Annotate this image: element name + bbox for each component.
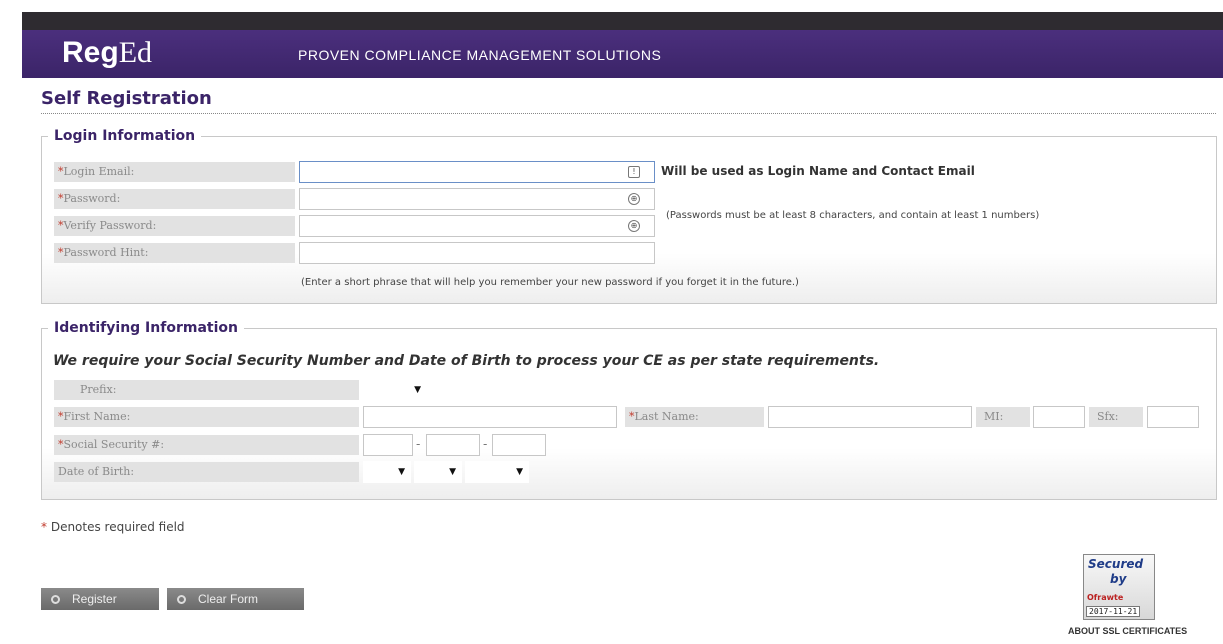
password-hint-note: (Enter a short phrase that will help you… (301, 277, 799, 288)
first-name-label: *First Name: (54, 407, 359, 427)
identity-intro: We require your Social Security Number a… (53, 353, 880, 369)
date-of-birth-label: Date of Birth: (54, 462, 359, 482)
seal-by-text: by (1110, 572, 1127, 586)
password-label: *Password: (54, 189, 295, 209)
login-information-section: Login Information *Login Email: ! Will b… (41, 128, 1217, 304)
logo-ed: Ed (118, 36, 153, 69)
register-button[interactable]: Register (41, 588, 159, 610)
login-email-label: *Login Email: (54, 162, 295, 182)
about-ssl-certificates-link[interactable]: ABOUT SSL CERTIFICATES (1068, 626, 1187, 636)
reged-logo[interactable]: RegEd (62, 36, 152, 70)
identifying-information-legend: Identifying Information (48, 320, 244, 336)
chevron-down-icon: ▼ (449, 467, 456, 477)
seal-date: 2017-11-21 (1086, 606, 1141, 617)
last-name-input[interactable] (768, 406, 972, 428)
login-email-input[interactable]: ! (299, 161, 655, 183)
logo-reg: Reg (62, 36, 119, 69)
sfx-input[interactable] (1147, 406, 1199, 428)
dob-day-select[interactable]: ▼ (414, 461, 462, 483)
header-tagline: PROVEN COMPLIANCE MANAGEMENT SOLUTIONS (298, 47, 662, 63)
ssn-part1-input[interactable] (363, 434, 413, 456)
first-name-input[interactable] (363, 406, 617, 428)
last-name-label: *Last Name: (625, 407, 764, 427)
prefix-select[interactable]: ▼ (363, 379, 427, 401)
key-icon: ⊕ (628, 220, 640, 232)
chevron-down-icon: ▼ (516, 467, 523, 477)
verify-password-label: *Verify Password: (54, 216, 295, 236)
password-hint-input[interactable] (299, 242, 655, 264)
key-icon: ⊕ (628, 193, 640, 205)
top-dark-strip (22, 12, 1223, 30)
mi-input[interactable] (1033, 406, 1085, 428)
dob-year-select[interactable]: ▼ (465, 461, 529, 483)
ssn-part2-input[interactable] (426, 434, 480, 456)
ssn-label: *Social Security #: (54, 435, 359, 455)
ssl-seal[interactable]: Secured by Ofrawte 2017-11-21 (1083, 554, 1155, 620)
clear-form-button[interactable]: Clear Form (167, 588, 304, 610)
required-field-note: * Denotes required field (41, 520, 185, 534)
dob-month-select[interactable]: ▼ (363, 461, 411, 483)
password-hint-label: *Password Hint: (54, 243, 295, 263)
seal-secured-text: Secured (1088, 557, 1144, 571)
sfx-label: Sfx: (1089, 407, 1143, 427)
login-information-legend: Login Information (48, 128, 202, 144)
login-email-note: Will be used as Login Name and Contact E… (661, 164, 975, 178)
prefix-label: Prefix: (54, 380, 359, 400)
seal-brand-text: Ofrawte (1087, 593, 1124, 602)
ssn-separator: - (416, 437, 421, 451)
page-title: Self Registration (41, 88, 1216, 114)
password-input[interactable]: ⊕ (299, 188, 655, 210)
identifying-information-section: Identifying Information We require your … (41, 320, 1217, 500)
top-white-strip (0, 0, 1223, 12)
exclamation-icon: ! (628, 166, 640, 178)
ssn-part3-input[interactable] (492, 434, 546, 456)
mi-label: MI: (976, 407, 1030, 427)
circle-icon (51, 595, 60, 604)
verify-password-input[interactable]: ⊕ (299, 215, 655, 237)
circle-icon (177, 595, 186, 604)
chevron-down-icon: ▼ (398, 467, 405, 477)
password-requirements-note: (Passwords must be at least 8 characters… (666, 210, 1040, 221)
ssn-separator: - (483, 437, 488, 451)
site-header: RegEd PROVEN COMPLIANCE MANAGEMENT SOLUT… (22, 30, 1223, 78)
chevron-down-icon: ▼ (414, 385, 421, 395)
